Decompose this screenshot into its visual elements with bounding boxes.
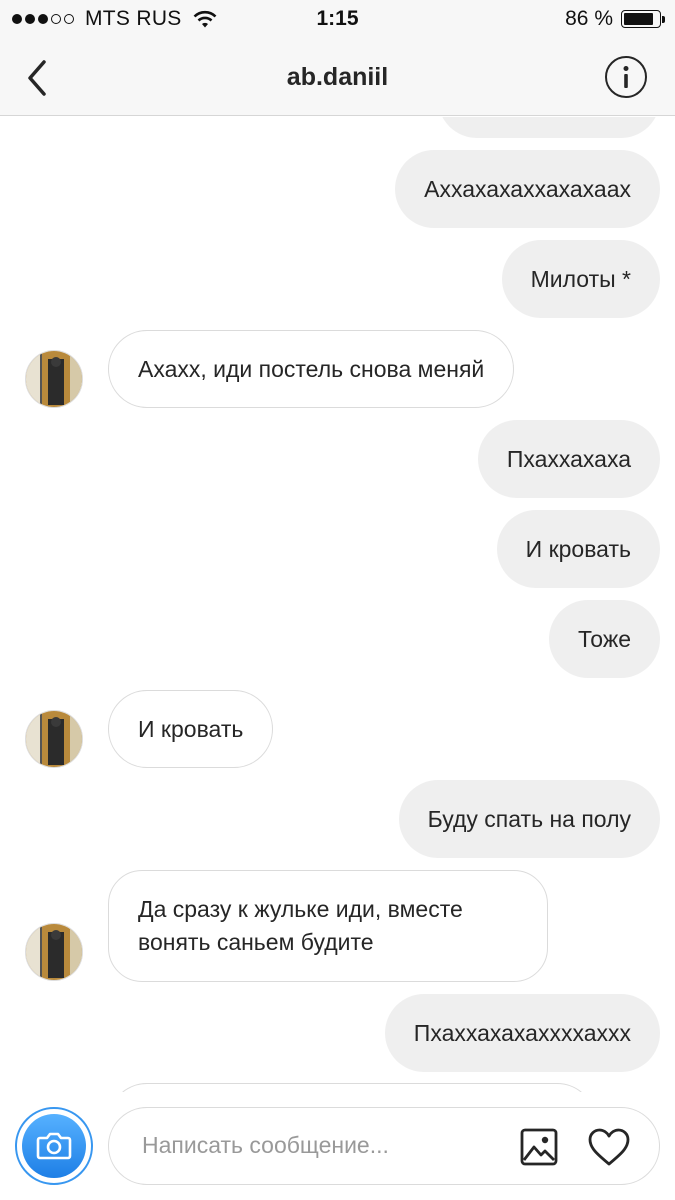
chat-title[interactable]: ab.daniil (0, 63, 675, 92)
avatar-photo-icon (26, 711, 82, 767)
message-bubble-incoming[interactable]: И кровать (108, 690, 274, 768)
camera-button[interactable] (15, 1107, 93, 1185)
status-right: 86 % (565, 7, 665, 31)
message-thread[interactable]: Аххахахаххахахаах Милоты * Ахахх, иди по… (0, 117, 675, 1092)
message-bubble-incoming[interactable]: Да сразу к жульке иди, вместе вонять сан… (108, 870, 548, 982)
message-composer (0, 1092, 675, 1200)
message-bubble-outgoing[interactable]: Аххахахаххахахаах (395, 150, 660, 228)
message-input-box[interactable] (108, 1107, 660, 1185)
avatar[interactable] (25, 923, 83, 981)
message-bubble-outgoing[interactable]: Пхаххахахаххххаххх (384, 994, 660, 1072)
gallery-icon (520, 1128, 558, 1166)
heart-icon (588, 1128, 630, 1166)
info-icon (623, 66, 629, 88)
chat-header: ab.daniil (0, 40, 675, 116)
message-bubble-outgoing[interactable]: Буду спать на полу (398, 780, 660, 858)
camera-icon (22, 1114, 86, 1178)
message-bubble-outgoing (438, 117, 660, 138)
battery-icon (621, 10, 665, 28)
status-bar: MTS RUS 1:15 86 % (0, 0, 675, 40)
message-input[interactable] (142, 1108, 502, 1183)
message-bubble-outgoing[interactable]: И кровать (496, 510, 660, 588)
info-button[interactable] (605, 56, 647, 98)
avatar-photo-icon (26, 351, 82, 407)
like-button[interactable] (587, 1127, 631, 1167)
battery-fill (624, 13, 654, 25)
avatar[interactable] (25, 350, 83, 408)
battery-percent: 86 % (565, 7, 613, 30)
message-bubble-incoming (108, 1083, 596, 1092)
avatar-photo-icon (26, 924, 82, 980)
gallery-button[interactable] (519, 1127, 559, 1167)
message-bubble-outgoing[interactable]: Пхаххахаха (477, 420, 660, 498)
message-bubble-incoming[interactable]: Ахахх, иди постель снова меняй (108, 330, 515, 408)
message-bubble-outgoing[interactable]: Тоже (549, 600, 660, 678)
message-bubble-outgoing[interactable]: Милоты * (501, 240, 660, 318)
avatar[interactable] (25, 710, 83, 768)
